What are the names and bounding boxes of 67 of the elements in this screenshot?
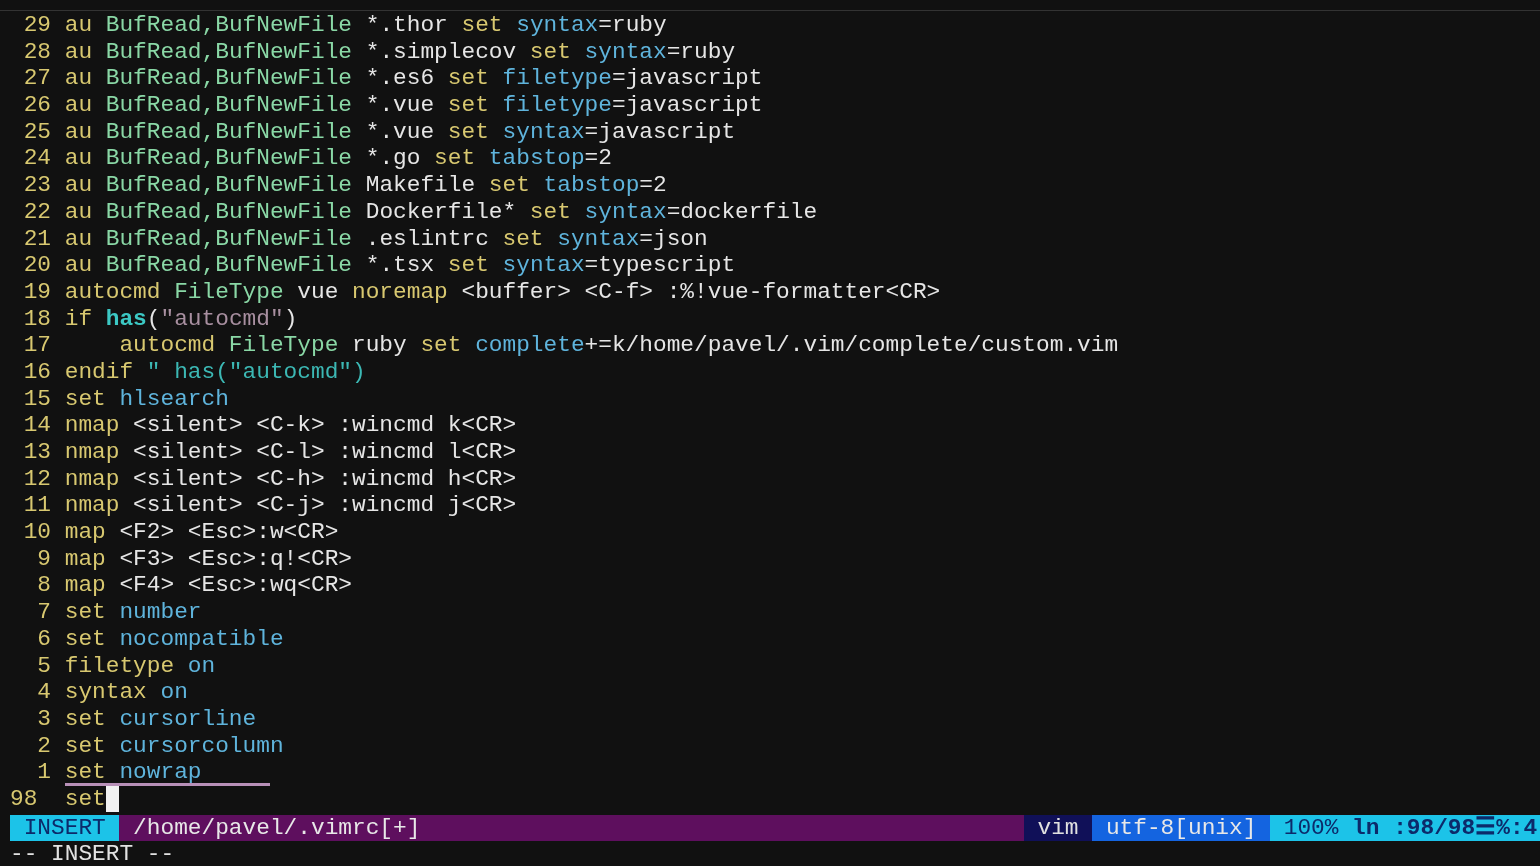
code-line: nmap <silent> <C-k> :wincmd k<CR> (64, 412, 517, 439)
scroll-percent: 100% (1270, 814, 1346, 841)
code-line: au BufRead,BufNewFile *.go set tabstop=2 (64, 145, 612, 173)
line-number: 20 (22, 252, 52, 279)
line-number: 19 (22, 278, 52, 306)
code-line: map <F4> <Esc>:wq<CR> (64, 572, 352, 600)
code-line: au BufRead,BufNewFile *.simplecov set syntax=ruby (64, 38, 736, 66)
code-line: autocmd FileType vue noremap <buffer> <C-f> :%!vue-formatter<CR> (64, 278, 941, 306)
mode-indicator: INSERT (10, 814, 120, 841)
line-number: 9 (36, 545, 52, 573)
code-line: au BufRead,BufNewFile *.tsx set syntax=typescript (64, 252, 736, 279)
code-line: map <F2> <Esc>:w<CR> (64, 519, 339, 546)
file-encoding: utf-8[unix] (1092, 814, 1271, 841)
line-number: 17 (22, 332, 52, 359)
code-line: map <F3> <Esc>:q!<CR> (64, 545, 352, 573)
line-number: 29 (22, 12, 52, 39)
code-line: set nowrap (64, 759, 270, 787)
code-line: nmap <silent> <C-l> :wincmd l<CR> (64, 439, 517, 466)
line-number: 3 (36, 705, 52, 733)
line-number: 7 (36, 599, 52, 626)
line-number: 6 (36, 625, 52, 653)
line-number: 2 (36, 732, 52, 760)
code-line: au BufRead,BufNewFile Dockerfile* set syntax=dockerfile (64, 198, 818, 226)
code-line: if has("autocmd") (64, 305, 298, 333)
line-number: 13 (22, 439, 52, 466)
command-line: -- INSERT -- (10, 840, 176, 866)
file-path: /home/pavel/.vimrc[+] (119, 814, 1024, 841)
line-number: 4 (36, 679, 52, 706)
code-line: au BufRead,BufNewFile *.thor set syntax=ruby (64, 12, 667, 39)
line-number: 26 (22, 92, 52, 119)
code-line: au BufRead,BufNewFile .eslintrc set syntax=json (64, 225, 708, 253)
code-line: set nocompatible (64, 625, 284, 653)
code-line: nmap <silent> <C-j> :wincmd j<CR> (64, 492, 517, 520)
code-line: set cursorcolumn (64, 732, 284, 760)
line-number: 1 (36, 759, 52, 786)
line-number: 15 (22, 385, 52, 413)
line-number: 24 (22, 145, 52, 173)
code-line: filetype on (64, 652, 216, 680)
code-line: au BufRead,BufNewFile *.es6 set filetype=javascript (64, 65, 763, 93)
file-type: vim (1023, 814, 1093, 841)
line-number: 98 (10, 785, 39, 813)
code-line: au BufRead,BufNewFile Makefile set tabstop=2 (64, 172, 667, 199)
line-number: 5 (36, 652, 52, 680)
line-number: 10 (22, 519, 52, 546)
code-line: set hlsearch (64, 385, 229, 413)
line-number: 8 (36, 572, 52, 600)
code-line: set (64, 785, 106, 813)
code-line: syntax on (64, 679, 188, 706)
line-number: 11 (22, 492, 52, 520)
line-number: 22 (22, 198, 52, 226)
code-line: au BufRead,BufNewFile *.vue set syntax=javascript (64, 118, 736, 146)
line-number: 23 (22, 172, 52, 199)
code-line: set number (64, 599, 202, 626)
line-number: 16 (22, 358, 52, 386)
line-number: 25 (22, 118, 52, 146)
code-line: au BufRead,BufNewFile *.vue set filetype=javascript (64, 92, 763, 119)
code-line: nmap <silent> <C-h> :wincmd h<CR> (64, 465, 517, 493)
line-number: 12 (22, 465, 52, 493)
line-number: 27 (22, 65, 52, 93)
code-line: endif " has("autocmd") (64, 358, 366, 386)
line-number: 28 (22, 38, 52, 66)
line-number: 21 (22, 225, 52, 253)
code-line: autocmd FileType ruby set complete+=k/home/pavel/.vim/complete/custom.vim (118, 332, 1119, 359)
code-line: set cursorline (64, 705, 257, 733)
cursor-position: ln :98/98☰%:4 (1345, 814, 1540, 841)
line-number: 14 (22, 412, 52, 439)
line-number: 18 (22, 305, 52, 333)
